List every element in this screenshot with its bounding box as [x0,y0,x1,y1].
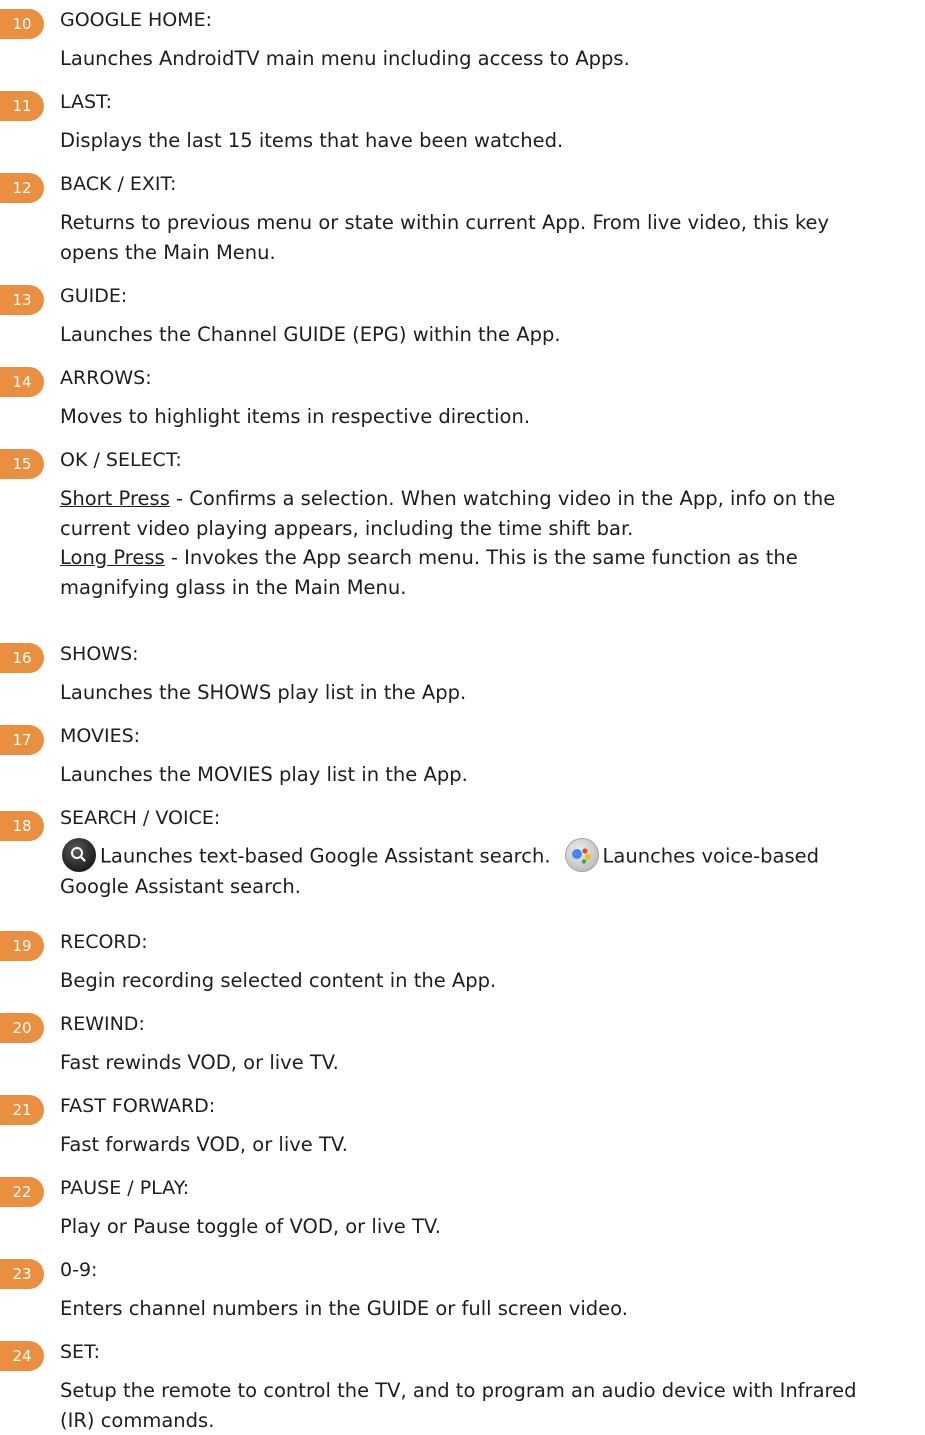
description-line: Begin recording selected content in the … [60,966,920,996]
number-badge: 19 [0,931,44,961]
number-badge: 24 [0,1341,44,1371]
entry-description: Fast rewinds VOD, or live TV. [60,1048,920,1078]
number-badge: 13 [0,285,44,315]
number-badge: 14 [0,367,44,397]
entry-description: Setup the remote to control the TV, and … [60,1376,920,1435]
entry-description: Launches the Channel GUIDE (EPG) within … [60,320,920,350]
entry-title: FAST FORWARD: [60,1092,215,1120]
entry-title: PAUSE / PLAY: [60,1174,189,1202]
search-icon [62,838,96,872]
number-badge: 23 [0,1259,44,1289]
number-badge: 10 [0,9,44,39]
long-press-text: - Invokes the App search menu. This is t… [165,546,798,569]
description-line: Returns to previous menu or state within… [60,208,920,238]
number-badge: 11 [0,91,44,121]
entry-title: BACK / EXIT: [60,170,176,198]
description-line: opens the Main Menu. [60,238,920,268]
number-badge: 15 [0,449,44,479]
description-line: Launches the SHOWS play list in the App. [60,678,920,708]
entry-description: Play or Pause toggle of VOD, or live TV. [60,1212,920,1242]
description-line: Long Press - Invokes the App search menu… [60,543,920,573]
number-badge: 22 [0,1177,44,1207]
entry-title: LAST: [60,88,112,116]
entry-title: SET: [60,1338,100,1366]
description-line: Short Press - Confirms a selection. When… [60,484,920,514]
description-line: Play or Pause toggle of VOD, or live TV. [60,1212,920,1242]
entry-description: Moves to highlight items in respective d… [60,402,920,432]
entry-description: Enters channel numbers in the GUIDE or f… [60,1294,920,1324]
description-line: current video playing appears, including… [60,514,920,544]
entry-title: ARROWS: [60,364,152,392]
text-search-description: Launches text-based Google Assistant sea… [100,845,551,868]
description-line: Setup the remote to control the TV, and … [60,1376,920,1406]
description-line: (IR) commands. [60,1406,920,1435]
entry-description: Returns to previous menu or state within… [60,208,920,267]
entry-description: Begin recording selected content in the … [60,966,920,996]
entry-title: MOVIES: [60,722,140,750]
number-badge: 17 [0,725,44,755]
entry-title: SHOWS: [60,640,139,668]
description-line: magnifying glass in the Main Menu. [60,573,920,603]
number-badge: 12 [0,173,44,203]
entry-title: OK / SELECT: [60,446,182,474]
description-line: Launches AndroidTV main menu including a… [60,44,920,74]
voice-search-description: Launches voice-based [603,845,819,868]
entry-title: RECORD: [60,928,148,956]
entry-description: Launches the SHOWS play list in the App. [60,678,920,708]
description-line: Launches the Channel GUIDE (EPG) within … [60,320,920,350]
description-line: Launches text-based Google Assistant sea… [60,840,920,874]
entry-title: SEARCH / VOICE: [60,804,220,832]
number-badge: 16 [0,643,44,673]
entry-title: GOOGLE HOME: [60,6,212,34]
entry-title: 0-9: [60,1256,97,1284]
entry-description: Launches the MOVIES play list in the App… [60,760,920,790]
short-press-label: Short Press [60,487,170,510]
description-line: Enters channel numbers in the GUIDE or f… [60,1294,920,1324]
entry-description: Launches AndroidTV main menu including a… [60,44,920,74]
description-line: Fast forwards VOD, or live TV. [60,1130,920,1160]
entry-description: Fast forwards VOD, or live TV. [60,1130,920,1160]
entry-description: Short Press - Confirms a selection. When… [60,484,920,602]
description-line: Launches the MOVIES play list in the App… [60,760,920,790]
number-badge: 20 [0,1013,44,1043]
entry-title: GUIDE: [60,282,127,310]
long-press-label: Long Press [60,546,165,569]
entry-description: Displays the last 15 items that have bee… [60,126,920,156]
number-badge: 18 [0,811,44,841]
entry-title: REWIND: [60,1010,145,1038]
description-line: Displays the last 15 items that have bee… [60,126,920,156]
number-badge: 21 [0,1095,44,1125]
description-line: Moves to highlight items in respective d… [60,402,920,432]
google-assistant-icon [565,838,599,872]
description-line: Google Assistant search. [60,872,920,902]
short-press-text: - Confirms a selection. When watching vi… [170,487,835,510]
entry-description: Launches text-based Google Assistant sea… [60,840,920,902]
description-line: Fast rewinds VOD, or live TV. [60,1048,920,1078]
